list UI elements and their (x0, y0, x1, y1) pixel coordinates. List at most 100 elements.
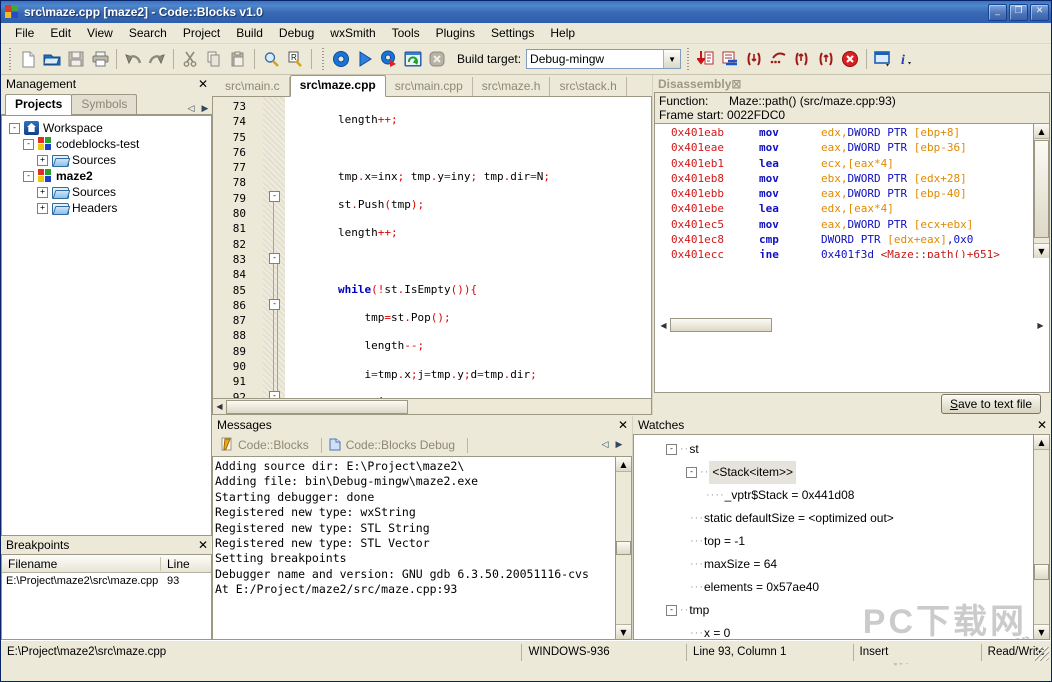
editor-tab-maze-cpp[interactable]: src\maze.cpp (290, 75, 386, 97)
breakpoints-close-icon[interactable]: ✕ (198, 540, 208, 550)
scroll-left-icon[interactable]: ◀ (657, 321, 670, 330)
watch-item-stack[interactable]: - ·· <Stack<item>> (634, 461, 1033, 484)
disassembly-row[interactable]: 0x401eb1leaecx,[eax*4] (655, 156, 1033, 171)
editor-tab-stack-h[interactable]: src\stack.h (550, 77, 626, 96)
close-button[interactable]: ✕ (1030, 4, 1049, 21)
watch-item-x[interactable]: ··· x = 0 (634, 622, 1033, 639)
tabs-next-icon[interactable]: ▶ (198, 104, 212, 114)
disassembly-hscrollbar[interactable]: ◀ ▶ (657, 258, 1047, 392)
cut-button[interactable] (178, 47, 202, 71)
tree-item-headers[interactable]: + Headers (5, 200, 211, 216)
menu-item-view[interactable]: View (79, 24, 121, 42)
fold-margin[interactable]: - - - - (263, 97, 285, 398)
menu-item-wxsmith[interactable]: wxSmith (322, 24, 383, 42)
tree-item-workspace[interactable]: - Workspace (5, 120, 211, 136)
watch-item-elements[interactable]: ··· elements = 0x57ae40 (634, 576, 1033, 599)
messages-prev-icon[interactable]: ◁ (598, 440, 612, 450)
step-into-button[interactable] (742, 47, 766, 71)
find-button[interactable] (259, 47, 283, 71)
menu-item-help[interactable]: Help (542, 24, 583, 42)
watch-item-top[interactable]: ··· top = -1 (634, 530, 1033, 553)
various-info-button[interactable]: i (895, 47, 919, 71)
tree-item-sources-1[interactable]: + Sources (5, 152, 211, 168)
disassembly-row[interactable]: 0x401ec5moveax,DWORD PTR [ecx+ebx] (655, 217, 1033, 232)
breakpoint-margin[interactable] (249, 97, 263, 398)
copy-button[interactable] (202, 47, 226, 71)
next-line-button[interactable] (718, 47, 742, 71)
build-target-combo[interactable]: Debug-mingw ▼ (526, 49, 681, 69)
menu-item-build[interactable]: Build (228, 24, 271, 42)
hscroll-thumb[interactable] (670, 318, 772, 332)
abort-button[interactable] (425, 47, 449, 71)
scroll-left-icon[interactable]: ◀ (213, 402, 226, 411)
menu-item-project[interactable]: Project (175, 24, 228, 42)
breakpoints-list[interactable]: Filename Line E:\Project\maze2\src\maze.… (1, 554, 212, 640)
messages-tab-codeblocks[interactable]: Code::Blocks (218, 437, 317, 454)
toggle-icon[interactable]: - (23, 171, 34, 182)
tabs-prev-icon[interactable]: ◁ (184, 104, 198, 114)
menu-item-plugins[interactable]: Plugins (428, 24, 483, 42)
disassembly-row[interactable]: 0x401ec8cmpDWORD PTR [edx+eax],0x0 (655, 232, 1033, 247)
disassembly-row[interactable]: 0x401ebeleaedx,[eax*4] (655, 201, 1033, 216)
messages-tab-codeblocks-debug[interactable]: Code::Blocks Debug (326, 437, 463, 454)
vscroll-thumb[interactable] (616, 541, 631, 555)
messages-next-icon[interactable]: ▶ (612, 440, 626, 450)
step-out-button[interactable] (766, 47, 790, 71)
replace-button[interactable]: R (283, 47, 307, 71)
toggle-icon[interactable]: - (23, 139, 34, 150)
build-button[interactable] (329, 47, 353, 71)
print-button[interactable] (88, 47, 112, 71)
watch-item-st[interactable]: - ·· st (634, 438, 1033, 461)
tree-item-sources-2[interactable]: + Sources (5, 184, 211, 200)
messages-vscrollbar[interactable]: ▲ ▼ (615, 457, 631, 639)
watches-close-icon[interactable]: ✕ (1037, 420, 1047, 430)
watches-tree[interactable]: - ·· st - ·· <Stack<item>> (633, 434, 1050, 640)
toggle-icon[interactable]: - (666, 605, 677, 616)
chevron-down-icon[interactable]: ▼ (663, 50, 680, 68)
menu-item-debug[interactable]: Debug (271, 24, 322, 42)
scroll-right-icon[interactable]: ▶ (1034, 321, 1047, 330)
open-file-button[interactable] (40, 47, 64, 71)
toolbar-grip[interactable] (6, 48, 13, 70)
menu-item-edit[interactable]: Edit (42, 24, 79, 42)
toggle-icon[interactable]: + (37, 187, 48, 198)
new-file-button[interactable] (16, 47, 40, 71)
minimize-button[interactable]: _ (988, 4, 1007, 21)
editor-tab-maze-h[interactable]: src\maze.h (473, 77, 551, 96)
fold-toggle-icon[interactable]: - (269, 253, 280, 264)
scroll-up-icon[interactable]: ▲ (616, 457, 631, 472)
watch-item-tmp[interactable]: - ·· tmp (634, 599, 1033, 622)
menu-item-search[interactable]: Search (121, 24, 175, 42)
next-instruction-button[interactable] (790, 47, 814, 71)
watches-vscrollbar[interactable]: ▲ ▼ (1033, 435, 1049, 639)
scroll-up-icon[interactable]: ▲ (1034, 124, 1049, 139)
resize-grip[interactable] (1035, 647, 1049, 661)
toggle-icon[interactable]: - (666, 444, 677, 455)
tab-symbols[interactable]: Symbols (71, 94, 137, 114)
toggle-icon[interactable]: + (37, 203, 48, 214)
toggle-icon[interactable]: + (37, 155, 48, 166)
hscroll-thumb[interactable] (226, 400, 408, 414)
disassembly-row[interactable]: 0x401ebbmoveax,DWORD PTR [ebp-40] (655, 186, 1033, 201)
management-close-icon[interactable]: ✕ (198, 79, 208, 89)
toggle-icon[interactable]: - (686, 467, 697, 478)
fold-toggle-icon[interactable]: - (269, 391, 280, 399)
editor-tab-main-c[interactable]: src\main.c (216, 77, 290, 96)
save-to-text-file-button[interactable]: SSave to text fileave to text file (941, 394, 1041, 414)
editor-tab-main-cpp[interactable]: src\main.cpp (386, 77, 473, 96)
disassembly-row[interactable]: 0x401eb8movebx,DWORD PTR [edx+28] (655, 171, 1033, 186)
paste-button[interactable] (226, 47, 250, 71)
disassembly-vscrollbar[interactable]: ▲ ▼ (1033, 124, 1049, 258)
redo-button[interactable] (145, 47, 169, 71)
undo-button[interactable] (121, 47, 145, 71)
tab-projects[interactable]: Projects (5, 94, 72, 115)
watch-item-maxsize[interactable]: ··· maxSize = 64 (634, 553, 1033, 576)
toolbar-grip-3[interactable] (684, 48, 691, 70)
fold-toggle-icon[interactable]: - (269, 299, 280, 310)
rebuild-button[interactable] (401, 47, 425, 71)
tree-item-codeblocks-test[interactable]: - codeblocks-test (5, 136, 211, 152)
toggle-icon[interactable]: - (9, 123, 20, 134)
save-button[interactable] (64, 47, 88, 71)
code-editor[interactable]: 73 74 75 76 77 78 79 80 81 82 83 84 (212, 97, 652, 399)
scroll-down-icon[interactable]: ▼ (1034, 624, 1049, 639)
